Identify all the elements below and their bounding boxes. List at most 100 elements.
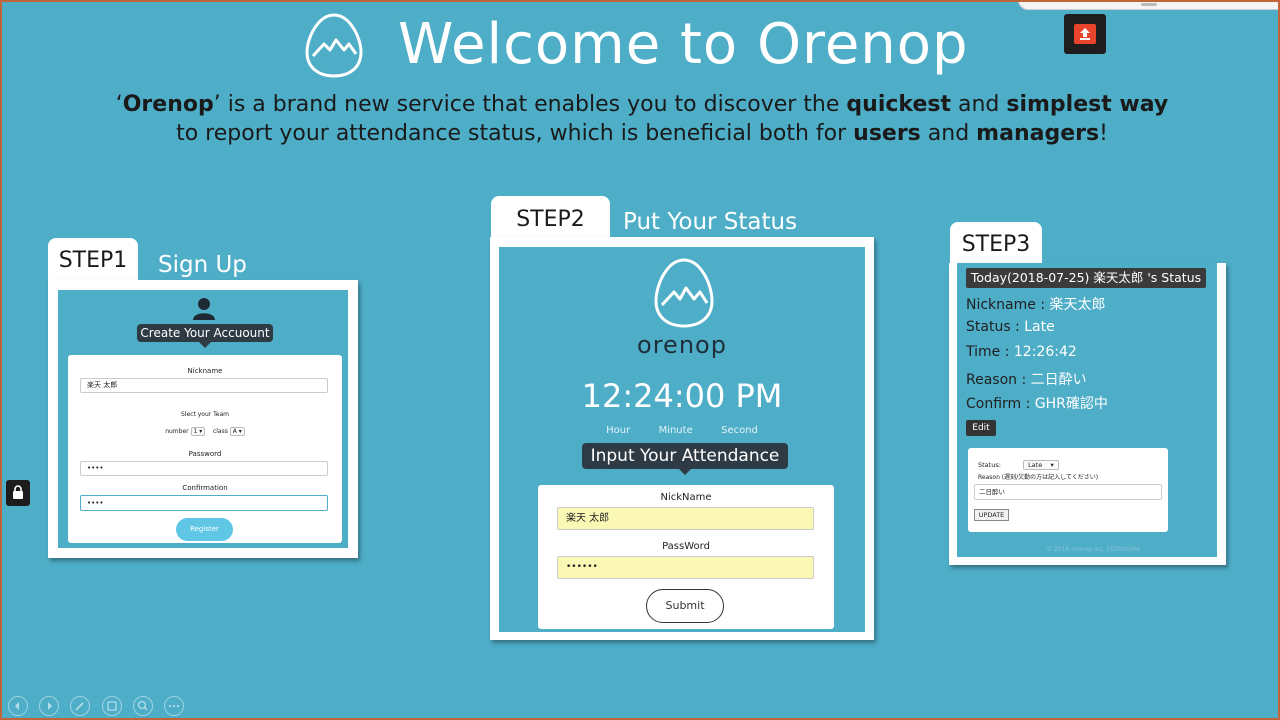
intro-text-segment: ! — [1099, 121, 1108, 146]
edit-reason-hint: (遅刻/欠勤の方は記入してください) — [1001, 474, 1099, 481]
page-title: Welcome to Orenop — [398, 12, 969, 77]
status-row-key: Time : — [966, 344, 1014, 360]
status-row-value: 二日酔い — [1030, 372, 1087, 388]
more-icon — [169, 705, 179, 707]
top-toolbar-strip[interactable] — [1018, 2, 1278, 10]
attendance-nickname-input[interactable]: 楽天 太郎 — [557, 507, 814, 530]
step1-caption: Sign Up — [158, 252, 247, 278]
next-icon — [48, 702, 52, 710]
status-row-key: Status : — [966, 319, 1025, 335]
attendance-form: NickName 楽天 太郎 PassWord •••••• Submit — [538, 485, 834, 629]
step1-tab: STEP1 — [48, 238, 138, 282]
status-row-time: Time : 12:26:42 — [966, 344, 1077, 360]
number-select-value: 1 — [193, 428, 198, 435]
lock-icon — [13, 485, 23, 499]
class-select-value: A — [232, 428, 237, 435]
signup-nickname-input[interactable]: 楽天 太郎 — [80, 378, 328, 393]
attendance-password-input[interactable]: •••••• — [557, 556, 814, 579]
edit-status-row: Status: Late ▾ — [978, 460, 1059, 470]
share-icon — [1074, 24, 1096, 44]
status-row-value: Late — [1024, 319, 1055, 335]
zoom-icon — [137, 700, 148, 711]
clock-label-hour: Hour — [606, 425, 631, 436]
next-slide-button[interactable] — [39, 696, 59, 716]
signup-confirmation-input[interactable]: •••• — [80, 495, 328, 511]
status-row-confirm: Confirm : GHR確認中 — [966, 393, 1108, 413]
zoom-button[interactable] — [133, 696, 153, 716]
step3-footer: © 2018 orenop inc. EDTASGMa — [1046, 546, 1140, 553]
edit-status-select[interactable]: Late ▾ — [1023, 460, 1059, 470]
orenop-egg-logo-icon — [305, 13, 363, 78]
orenop-egg-logo-icon — [654, 258, 714, 328]
status-title: Today(2018-07-25) 楽天太郎 's Status — [966, 268, 1206, 288]
more-button[interactable] — [164, 696, 184, 716]
edit-reason-row: Reason (遅刻/欠勤の方は記入してください) — [978, 472, 1098, 481]
step1-screenshot: Create Your Accuount Nickname 楽天 太郎 Slec… — [48, 280, 358, 558]
intro-text: ‘Orenop’ is a brand new service that ena… — [2, 90, 1278, 148]
toolbar-handle[interactable] — [1141, 3, 1157, 6]
lock-button[interactable] — [6, 480, 30, 506]
status-row-status: Status : Late — [966, 319, 1055, 335]
edit-button[interactable]: Edit — [966, 420, 996, 436]
intro-bold-text: simplest way — [1006, 92, 1169, 117]
confirmation-label: Confirmation — [182, 484, 228, 492]
share-button[interactable] — [1064, 14, 1106, 54]
status-row-nickname: Nickname : 楽天太郎 — [966, 294, 1106, 314]
slides-button[interactable] — [102, 696, 122, 716]
edit-status-value: Late — [1028, 461, 1043, 469]
intro-line-2: to report your attendance status, which … — [2, 119, 1278, 148]
nickname-label: NickName — [660, 492, 712, 503]
step2-tab: STEP2 — [491, 196, 610, 240]
step2-caption: Put Your Status — [623, 209, 798, 235]
number-label: number — [165, 428, 189, 435]
edit-status-label: Status: — [978, 461, 1001, 469]
submit-button[interactable]: Submit — [646, 589, 724, 623]
status-edit-form: Status: Late ▾ Reason (遅刻/欠勤の方は記入してください)… — [968, 448, 1168, 532]
nickname-label: Nickname — [187, 367, 223, 375]
password-label: Password — [188, 450, 222, 458]
intro-bold-text: users — [853, 121, 921, 146]
step1-screen: Create Your Accuount Nickname 楽天 太郎 Slec… — [58, 290, 348, 548]
signup-form: Nickname 楽天 太郎 Slect your Team number 1 … — [68, 355, 342, 543]
brand-name: orenop — [637, 331, 727, 359]
status-row-value: 12:26:42 — [1013, 344, 1077, 360]
status-row-key: Confirm : — [966, 396, 1035, 412]
team-label: Slect your Team — [181, 411, 229, 418]
step3-tab: STEP3 — [950, 222, 1042, 266]
clock-display: 12:24:00 PM — [581, 377, 783, 415]
edit-reason-input[interactable]: 二日酔い — [974, 484, 1162, 500]
step1-tooltip: Create Your Accuount — [137, 324, 273, 348]
pen-button[interactable] — [70, 696, 90, 716]
register-button[interactable]: Register — [176, 518, 233, 541]
clock-label-second: Second — [721, 425, 758, 436]
presentation-slide: Welcome to Orenop ‘Orenop’ is a brand ne… — [0, 0, 1280, 720]
status-row-key: Nickname : — [966, 297, 1050, 313]
intro-text-segment: ’ is a brand new service that enables yo… — [213, 92, 847, 117]
signup-password-input[interactable]: •••• — [80, 461, 328, 476]
intro-line-1: ‘Orenop’ is a brand new service that ena… — [2, 90, 1278, 119]
prev-icon — [15, 702, 19, 710]
step2-tooltip: Input Your Attendance — [582, 443, 788, 475]
intro-text-segment: to report your attendance status, which … — [176, 121, 854, 146]
status-row-value: 楽天太郎 — [1049, 297, 1106, 313]
slides-icon — [107, 701, 117, 711]
intro-bold-text: managers — [976, 121, 1100, 146]
user-icon — [193, 298, 215, 320]
step2-screen: orenop 12:24:00 PM Hour Minute Second In… — [499, 247, 865, 632]
clock-label-minute: Minute — [658, 425, 693, 436]
class-label: class — [212, 428, 228, 435]
edit-reason-label: Reason — [978, 474, 1000, 481]
number-select[interactable]: 1 ▾ — [190, 427, 206, 436]
status-row-key: Reason : — [966, 372, 1031, 388]
update-button[interactable]: UPDATE — [974, 509, 1009, 521]
intro-bold-text: Orenop — [122, 92, 214, 117]
intro-bold-text: quickest — [846, 92, 951, 117]
status-row-reason: Reason : 二日酔い — [966, 369, 1087, 389]
password-label: PassWord — [662, 541, 710, 552]
intro-text-segment: and — [920, 121, 977, 146]
intro-text-segment: and — [950, 92, 1007, 117]
clock-labels: Hour Minute Second — [499, 425, 865, 436]
team-selects: number 1 ▾ class A ▾ — [68, 427, 342, 436]
class-select[interactable]: A ▾ — [229, 427, 245, 436]
prev-slide-button[interactable] — [8, 696, 28, 716]
